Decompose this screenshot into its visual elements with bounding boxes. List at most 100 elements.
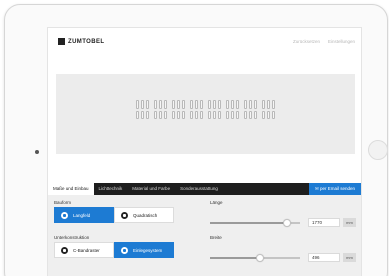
light-cell [195,110,198,119]
light-cell [208,100,211,109]
breite-slider-handle[interactable] [255,254,264,262]
luminaire-module [207,99,222,120]
luminaire-preview [56,74,355,154]
tab-material-farbe[interactable]: Material und Farbe [127,183,175,195]
c-bandraster-icon [61,246,68,254]
light-cell [136,110,139,119]
luminaire-module [153,99,168,120]
light-cell [254,110,257,119]
laenge-unit: mm [343,218,356,227]
logo-text: ZUMTOBEL [68,38,105,45]
top-bar: ZUMTOBEL Zurücksetzen Einstellungen [48,28,361,56]
breite-slider[interactable] [210,254,300,262]
light-cell [159,110,162,119]
tab-sonderausstattung[interactable]: Sonderausstattung [175,183,223,195]
luminaire-module [171,99,186,120]
light-cell [231,110,234,119]
light-cell [213,100,216,109]
light-cell [272,100,275,109]
light-cell [267,100,270,109]
bauform-option-quadratisch[interactable]: Quadratisch [114,207,174,223]
light-cell [200,110,203,119]
light-cell [254,100,257,109]
breite-slider-fill [210,257,260,259]
laenge-slider[interactable] [210,219,300,227]
light-cell [226,100,229,109]
light-cell [218,110,221,119]
light-cell [244,110,247,119]
light-cell [177,110,180,119]
light-cell [218,100,221,109]
light-cell [177,100,180,109]
settings-link[interactable]: Einstellungen [328,39,355,44]
bauform-option-langfeld[interactable]: Langfeld [54,207,114,223]
langfeld-icon [61,211,68,219]
luminaire-module [135,99,150,120]
top-links: Zurücksetzen Einstellungen [293,39,355,44]
laenge-label: Länge [210,200,223,205]
quadratisch-icon [121,211,128,219]
light-cell [272,110,275,119]
luminaire-module [225,99,240,120]
light-cell [213,110,216,119]
tab-masse-einbau[interactable]: Maße und Einbau [48,183,94,195]
bauform-selector: Langfeld Quadratisch [54,207,174,223]
light-cell [208,110,211,119]
light-cell [154,100,157,109]
unterkonstruktion-option-einlegesystem[interactable]: Einlegesystem [114,242,174,258]
home-button[interactable] [368,140,388,160]
light-cell [154,110,157,119]
light-cell [141,100,144,109]
luminaire-graphic [135,99,276,120]
bauform-option-label: Langfeld [73,212,91,218]
light-cell [159,100,162,109]
config-panel: Bauform Langfeld Quadratisch Unterkonstr… [48,195,361,276]
send-email-button[interactable]: ✉ per Email senden [308,183,361,195]
light-cell [231,100,234,109]
light-cell [244,100,247,109]
luminaire-module [189,99,204,120]
light-cell [146,100,149,109]
unterkonstruktion-label: Unterkonstruktion [54,235,90,240]
light-cell [182,110,185,119]
luminaire-module [243,99,258,120]
light-cell [236,110,239,119]
light-cell [146,110,149,119]
light-cell [164,110,167,119]
light-cell [249,100,252,109]
light-cell [236,100,239,109]
light-cell [141,110,144,119]
brand-logo: ZUMTOBEL [58,38,104,45]
light-cell [267,110,270,119]
unterkonstruktion-option-c-bandraster[interactable]: C-Bandraster [54,242,114,258]
light-cell [262,100,265,109]
light-cell [190,110,193,119]
breite-unit: mm [343,253,356,262]
laenge-input[interactable]: 1770 [308,218,340,227]
breite-input[interactable]: 496 [308,253,340,262]
logo-mark-icon [58,38,65,45]
light-cell [195,100,198,109]
light-cell [200,100,203,109]
tab-lichttechnik[interactable]: Lichttechnik [94,183,128,195]
reset-link[interactable]: Zurücksetzen [293,39,320,44]
light-cell [262,110,265,119]
light-cell [136,100,139,109]
unterkonstruktion-option-label: Einlegesystem [133,247,163,253]
config-tabbar: Maße und Einbau Lichttechnik Material un… [48,183,361,195]
laenge-slider-handle[interactable] [282,219,291,227]
light-cell [172,110,175,119]
light-cell [249,110,252,119]
breite-label: Breite [210,235,222,240]
unterkonstruktion-selector: C-Bandraster Einlegesystem [54,242,174,258]
bauform-label: Bauform [54,200,72,205]
light-cell [164,100,167,109]
light-cell [182,100,185,109]
laenge-slider-fill [210,222,287,224]
einlegesystem-icon [121,246,128,254]
luminaire-module [261,99,276,120]
light-cell [190,100,193,109]
light-cell [226,110,229,119]
light-cell [172,100,175,109]
tablet-frame: ZUMTOBEL Zurücksetzen Einstellungen Maße… [4,4,388,276]
